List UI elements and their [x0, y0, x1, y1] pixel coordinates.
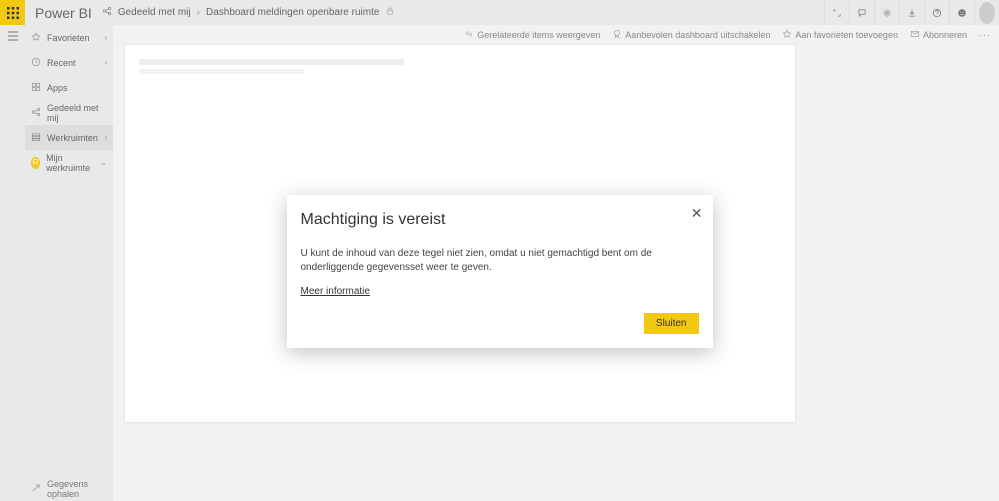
help-button[interactable]: [924, 0, 949, 25]
add-favorite-button[interactable]: Aan favorieten toevoegen: [782, 29, 898, 41]
sidebar-item-label: Werkruimten: [47, 133, 98, 143]
waffle-icon: [7, 7, 19, 19]
clock-icon: [31, 57, 41, 69]
sidebar-item-apps[interactable]: Apps: [25, 75, 113, 100]
sidebar-bottom-label: Gegevens ophalen: [47, 479, 107, 499]
modal-close-action-button[interactable]: Sluiten: [644, 313, 699, 334]
chat-button[interactable]: [849, 0, 874, 25]
chevron-right-icon: ›: [104, 33, 107, 42]
modal-body-text: U kunt de inhoud van deze tegel niet zie…: [301, 247, 699, 275]
chevron-right-icon: ›: [104, 58, 107, 67]
sidebar-item-label: Mijn werkruimte: [46, 153, 94, 173]
apps-icon: [31, 82, 41, 94]
sidebar-item-my-workspace[interactable]: R Mijn werkruimte ⌄: [25, 150, 113, 175]
modal-close-button[interactable]: ✕: [691, 205, 703, 222]
link-icon: [464, 29, 474, 41]
feedback-button[interactable]: [949, 0, 974, 25]
sidebar-item-shared[interactable]: Gedeeld met mij: [25, 100, 113, 125]
share-icon: [102, 6, 112, 19]
tile-subtitle-placeholder: [139, 69, 304, 74]
sidebar-item-label: Apps: [47, 83, 68, 93]
sidebar-item-label: Gedeeld met mij: [47, 103, 107, 123]
settings-button[interactable]: [874, 0, 899, 25]
sidebar-item-label: Recent: [47, 58, 76, 68]
sidebar-item-label: Favorieten: [47, 33, 90, 43]
app-logo: Power BI: [25, 5, 102, 21]
chevron-right-icon: ›: [197, 7, 200, 18]
tile-title-placeholder: [139, 59, 404, 65]
more-actions-button[interactable]: ···: [979, 30, 991, 40]
sidebar: Favorieten › Recent › Apps Gedeeld met m…: [25, 25, 113, 501]
close-icon: ✕: [691, 205, 703, 221]
ellipsis-icon: ···: [979, 30, 991, 40]
star-icon: [782, 29, 792, 41]
fullscreen-button[interactable]: [824, 0, 849, 25]
permission-modal: ✕ Machtiging is vereist U kunt de inhoud…: [287, 195, 713, 348]
sidebar-item-recent[interactable]: Recent ›: [25, 50, 113, 75]
account-button[interactable]: [974, 0, 999, 25]
hamburger-icon: [7, 31, 19, 41]
chevron-down-icon: ⌄: [100, 158, 107, 167]
download-button[interactable]: [899, 0, 924, 25]
recommended-toggle-button[interactable]: Aanbevolen dashboard uitschakelen: [612, 29, 770, 41]
modal-more-info-link[interactable]: Meer informatie: [301, 286, 370, 297]
lock-icon: [385, 6, 395, 19]
dashboard-action-bar: Gerelateerde items weergeven Aanbevolen …: [113, 25, 999, 45]
mail-icon: [910, 29, 920, 41]
breadcrumb-level1[interactable]: Gedeeld met mij: [118, 7, 191, 18]
header-actions: [824, 0, 999, 25]
nav-toggle[interactable]: [0, 25, 25, 501]
avatar: [979, 2, 995, 24]
share-icon: [31, 107, 41, 119]
sidebar-item-workspaces[interactable]: Werkruimten ›: [25, 125, 113, 150]
subscribe-button[interactable]: Abonneren: [910, 29, 967, 41]
workspace-icon: [31, 132, 41, 144]
sidebar-item-favorites[interactable]: Favorieten ›: [25, 25, 113, 50]
breadcrumb: Gedeeld met mij › Dashboard meldingen op…: [102, 6, 396, 19]
chevron-right-icon: ›: [104, 133, 107, 142]
related-items-button[interactable]: Gerelateerde items weergeven: [464, 29, 600, 41]
app-header: Power BI Gedeeld met mij › Dashboard mel…: [0, 0, 999, 25]
app-launcher-button[interactable]: [0, 0, 25, 25]
get-data-icon: [31, 483, 41, 495]
badge-icon: [612, 29, 622, 41]
star-icon: [31, 32, 41, 44]
sidebar-get-data[interactable]: Gegevens ophalen: [25, 476, 113, 501]
workspace-badge-icon: R: [31, 157, 40, 169]
modal-title: Machtiging is vereist: [301, 211, 699, 229]
breadcrumb-level2[interactable]: Dashboard meldingen openbare ruimte: [206, 7, 379, 18]
